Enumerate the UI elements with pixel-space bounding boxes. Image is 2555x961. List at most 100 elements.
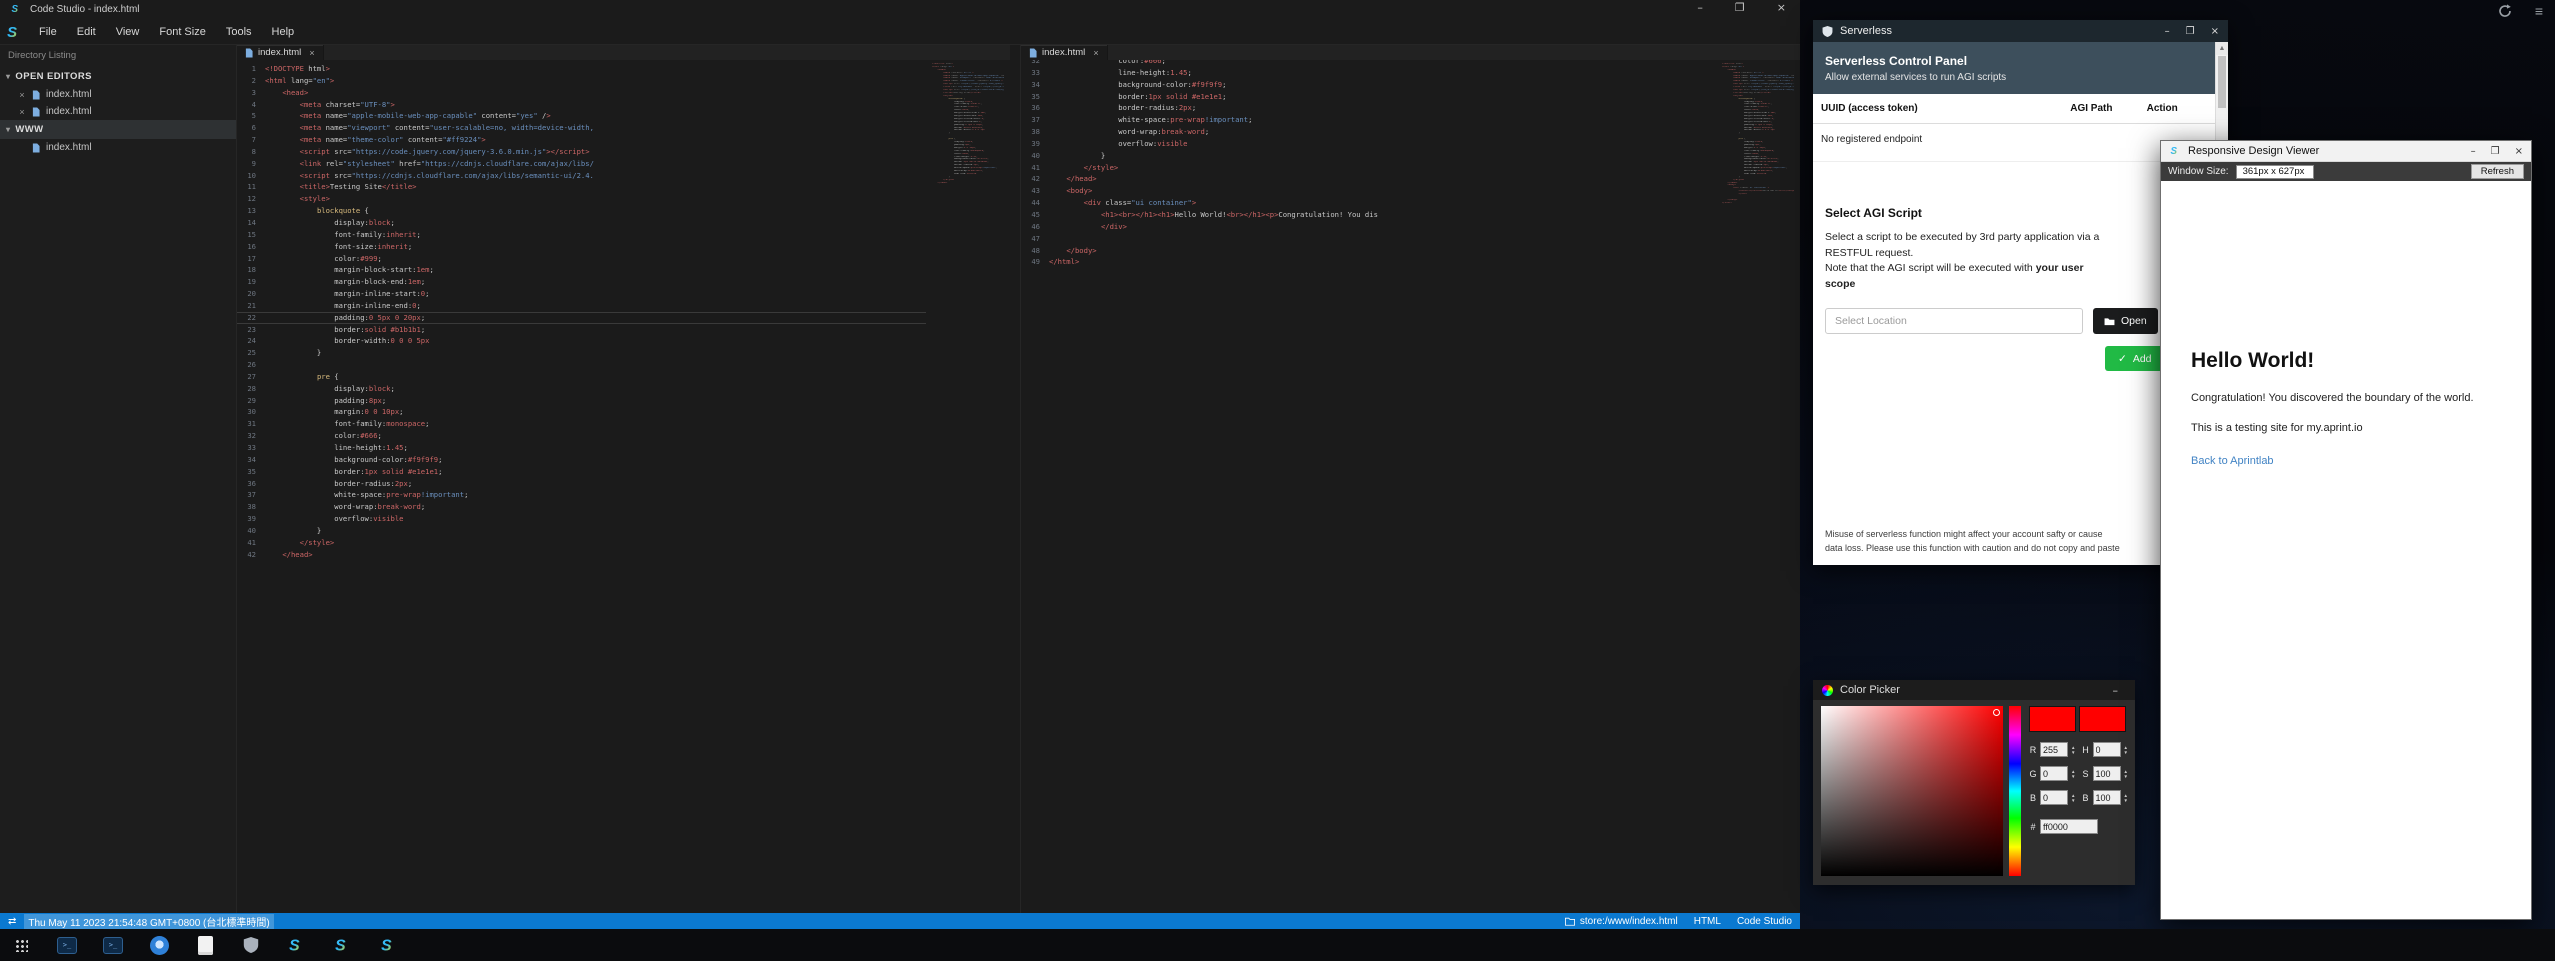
close-icon[interactable]: × <box>18 90 26 100</box>
code-line[interactable]: 16 font-size:inherit; <box>237 241 926 253</box>
code-line[interactable]: 41 </style> <box>1021 162 1716 174</box>
maximize-button[interactable]: ❐ <box>1735 1 1745 14</box>
sidebar-item-index-html[interactable]: ×index.html <box>0 86 236 103</box>
minimize-button[interactable]: – <box>2113 684 2119 697</box>
taskbar-icon-code-studio[interactable]: S <box>378 934 400 956</box>
code-line[interactable]: 39 overflow:visible <box>237 513 926 525</box>
open-button[interactable]: Open <box>2093 308 2158 334</box>
code-line[interactable]: 6 <meta name="viewport" content="user-sc… <box>237 122 926 134</box>
minimize-button[interactable]: – <box>2165 26 2170 37</box>
code-line[interactable]: 20 margin-inline-start:0; <box>237 288 926 300</box>
code-line[interactable]: 43 <body> <box>1021 185 1716 197</box>
code-line[interactable]: 25 } <box>237 347 926 359</box>
stepper-icons[interactable]: ▲▼ <box>2124 745 2128 755</box>
saturation-value-field[interactable] <box>1821 706 2003 876</box>
status-filepath[interactable]: store:/www/index.html <box>1565 916 1678 927</box>
menu-edit[interactable]: Edit <box>68 23 105 41</box>
red-input[interactable] <box>2040 742 2068 757</box>
code-line[interactable]: 45 <h1><br></h1><h1>Hello World!<br></h1… <box>1021 209 1716 221</box>
code-area[interactable]: 1<!DOCTYPE html>2<html lang="en">3 <head… <box>237 60 1010 913</box>
code-line[interactable]: 7 <meta name="theme-color" content="#ff9… <box>237 134 926 146</box>
code-line[interactable]: 40 } <box>237 525 926 537</box>
code-line[interactable]: 33 line-height:1.45; <box>237 442 926 454</box>
brightness-input[interactable] <box>2093 790 2121 805</box>
color-cursor[interactable] <box>1993 709 2000 716</box>
menu-tools[interactable]: Tools <box>217 23 261 41</box>
close-button[interactable]: × <box>2211 26 2219 37</box>
stepper-icons[interactable]: ▲▼ <box>2124 793 2128 803</box>
status-language[interactable]: HTML <box>1694 916 1721 927</box>
code-line[interactable]: 15 font-family:inherit; <box>237 229 926 241</box>
stepper-icons[interactable]: ▲▼ <box>2124 769 2128 779</box>
code-line[interactable]: 49</html> <box>1021 256 1716 268</box>
taskbar-icon-browser[interactable] <box>148 934 170 956</box>
code-line[interactable]: 30 margin:0 0 10px; <box>237 406 926 418</box>
code-line[interactable]: 27 pre { <box>237 371 926 383</box>
code-line[interactable]: 32 color:#666; <box>237 430 926 442</box>
code-line[interactable]: 40 } <box>1021 150 1716 162</box>
menu-icon[interactable]: ≡ <box>2531 3 2547 19</box>
code-line[interactable]: 35 border:1px solid #e1e1e1; <box>237 466 926 478</box>
code-line[interactable]: 4 <meta charset="UTF-8"> <box>237 99 926 111</box>
code-line[interactable]: 14 display:block; <box>237 217 926 229</box>
close-button[interactable]: × <box>1777 1 1786 14</box>
window-size-value[interactable]: 361px x 627px <box>2236 165 2314 179</box>
minimap[interactable]: <!DOCTYPE html><html lang="en"> <head> <… <box>1722 63 1794 205</box>
code-line[interactable]: 23 border:solid #b1b1b1; <box>237 324 926 336</box>
back-link[interactable]: Back to Aprintlab <box>2191 455 2274 467</box>
hue-input[interactable] <box>2093 742 2121 757</box>
code-line[interactable]: 44 <div class="ui container"> <box>1021 197 1716 209</box>
hue-slider[interactable] <box>2009 706 2021 876</box>
code-line[interactable]: 28 display:block; <box>237 383 926 395</box>
code-line[interactable]: 36 border-radius:2px; <box>1021 102 1716 114</box>
code-line[interactable]: 47 <box>1021 233 1716 245</box>
code-line[interactable]: 1<!DOCTYPE html> <box>237 63 926 75</box>
taskbar-icon-code-studio[interactable]: S <box>286 934 308 956</box>
taskbar-icon-shield[interactable] <box>240 934 262 956</box>
refresh-icon[interactable] <box>2497 3 2513 19</box>
blue-input[interactable] <box>2040 790 2068 805</box>
code-line[interactable]: 21 margin-inline-end:0; <box>237 300 926 312</box>
sidebar-item-index-html[interactable]: ×index.html <box>0 103 236 120</box>
code-line[interactable]: 37 white-space:pre-wrap!important; <box>237 489 926 501</box>
minimize-button[interactable]: – <box>1697 1 1703 14</box>
scroll-up-icon[interactable]: ▲ <box>2216 42 2228 55</box>
menu-file[interactable]: File <box>30 23 66 41</box>
code-line[interactable]: 39 overflow:visible <box>1021 138 1716 150</box>
menu-view[interactable]: View <box>107 23 149 41</box>
sidebar-section-open-editors[interactable]: ▾OPEN EDITORS <box>0 67 236 86</box>
menu-font-size[interactable]: Font Size <box>150 23 214 41</box>
code-line[interactable]: 38 word-wrap:break-word; <box>237 501 926 513</box>
status-datetime[interactable]: Thu May 11 2023 21:54:48 GMT+0800 (台北標準時… <box>24 914 273 929</box>
color-picker-titlebar[interactable]: Color Picker – <box>1813 680 2135 700</box>
scrollbar-thumb[interactable] <box>2218 56 2226 108</box>
close-icon[interactable]: × <box>18 107 26 117</box>
code-line[interactable]: 42 </head> <box>237 549 926 561</box>
sidebar-section-www[interactable]: ▾WWW <box>0 120 236 139</box>
taskbar-icon-terminal[interactable]: >_ <box>102 934 124 956</box>
code-line[interactable]: 24 border-width:0 0 0 5px <box>237 335 926 347</box>
code-line[interactable]: 36 border-radius:2px; <box>237 478 926 490</box>
code-line[interactable]: 19 margin-block-end:1em; <box>237 276 926 288</box>
remote-icon[interactable]: ⇄ <box>8 916 16 927</box>
stepper-icons[interactable]: ▲▼ <box>2071 745 2075 755</box>
taskbar-icon-code-studio[interactable]: S <box>332 934 354 956</box>
code-line[interactable]: 32 color:#666; <box>1021 60 1716 67</box>
taskbar-icon-document[interactable] <box>194 934 216 956</box>
code-line[interactable]: 33 line-height:1.45; <box>1021 67 1716 79</box>
tab-close-icon[interactable]: × <box>309 48 314 58</box>
code-line[interactable]: 29 padding:8px; <box>237 395 926 407</box>
code-line[interactable]: 8 <script src="https://code.jquery.com/j… <box>237 146 926 158</box>
green-input[interactable] <box>2040 766 2068 781</box>
code-line[interactable]: 12 <style> <box>237 193 926 205</box>
code-line[interactable]: 3 <head> <box>237 87 926 99</box>
tab-index-html[interactable]: index.html × <box>1021 45 1108 60</box>
sidebar-item-index-html[interactable]: index.html <box>0 139 236 156</box>
select-location-input[interactable] <box>1825 308 2083 334</box>
code-line[interactable]: 17 color:#999; <box>237 253 926 265</box>
tab-close-icon[interactable]: × <box>1093 48 1098 58</box>
taskbar-icon-app-grid[interactable] <box>10 934 32 956</box>
close-button[interactable]: × <box>2515 146 2523 157</box>
code-line[interactable]: 26 <box>237 359 926 371</box>
code-line[interactable]: 37 white-space:pre-wrap!important; <box>1021 114 1716 126</box>
